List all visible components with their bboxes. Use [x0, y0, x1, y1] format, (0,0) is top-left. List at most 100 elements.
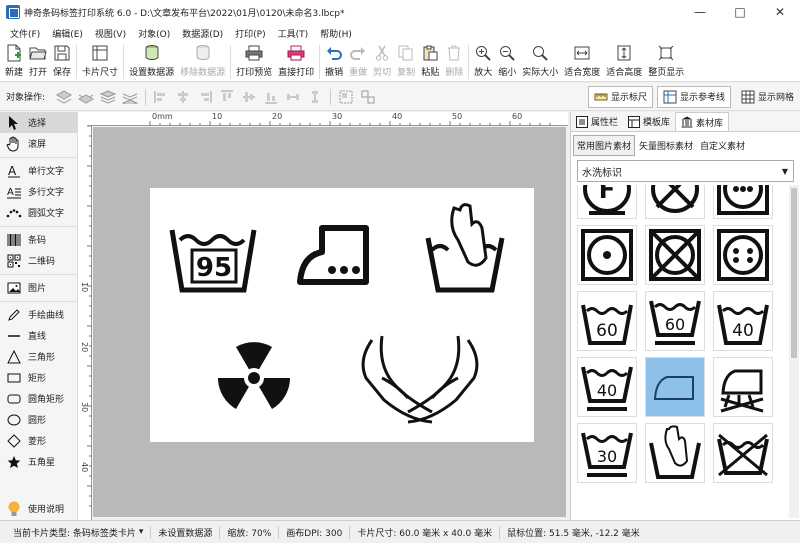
menu-tools[interactable]: 工具(T) — [272, 27, 315, 40]
tool-rectangle[interactable]: 矩形 — [0, 367, 77, 388]
menu-file[interactable]: 文件(F) — [4, 27, 46, 40]
tool-diamond[interactable]: 菱形 — [0, 430, 77, 451]
align-left-icon[interactable] — [152, 89, 170, 105]
tool-arc-text[interactable]: 圆弧文字 — [0, 202, 77, 223]
cupped-hands-icon[interactable] — [361, 335, 479, 424]
align-middle-icon[interactable] — [240, 89, 258, 105]
paste-button[interactable]: 粘贴 — [418, 42, 442, 82]
fit-width-button[interactable]: 适合宽度 — [561, 42, 603, 82]
zoom-out-button[interactable]: 缩小 — [495, 42, 519, 82]
tool-circle[interactable]: 圆形 — [0, 409, 77, 430]
iron-icon[interactable] — [297, 225, 369, 285]
label-card[interactable]: 95 — [150, 188, 534, 442]
show-guides-toggle[interactable]: 显示参考线 — [656, 85, 731, 108]
open-button[interactable]: 打开 — [26, 42, 50, 82]
maximize-button[interactable]: □ — [720, 0, 760, 24]
tool-line[interactable]: 直线 — [0, 325, 77, 346]
group-icon[interactable] — [337, 89, 355, 105]
ungroup-icon[interactable] — [359, 89, 377, 105]
layer-down-icon[interactable] — [77, 89, 95, 105]
menu-help[interactable]: 帮助(H) — [314, 27, 358, 40]
subtab-vector-icons[interactable]: 矢量图标素材 — [636, 136, 696, 155]
print-preview-button[interactable]: 打印预览 — [233, 42, 275, 82]
show-grid-toggle[interactable]: 显示网格 — [735, 86, 800, 108]
material-tile[interactable]: 40 — [713, 291, 773, 351]
direct-print-button[interactable]: 直接打印 — [275, 42, 317, 82]
layer-top-icon[interactable] — [99, 89, 117, 105]
material-tile[interactable] — [577, 225, 637, 285]
tab-materials[interactable]: 素材库 — [675, 112, 730, 131]
material-tile[interactable]: F — [577, 185, 637, 219]
cut-button[interactable]: 剪切 — [370, 42, 394, 82]
redo-button[interactable]: 重做 — [346, 42, 370, 82]
material-scrollbar[interactable] — [789, 185, 799, 518]
category-select[interactable]: 水洗标识 ▼ — [577, 160, 794, 182]
menu-edit[interactable]: 编辑(E) — [46, 27, 89, 40]
card-type-dropdown[interactable]: 条码标签类卡片 ▾ — [73, 526, 143, 539]
tool-scroll[interactable]: 滚屏 — [0, 133, 77, 154]
minimize-button[interactable]: — — [680, 0, 720, 24]
menu-view[interactable]: 视图(V) — [89, 27, 132, 40]
distribute-v-icon[interactable] — [306, 89, 324, 105]
copy-button[interactable]: 复制 — [394, 42, 418, 82]
distribute-h-icon[interactable] — [284, 89, 302, 105]
tool-qrcode[interactable]: 二维码 — [0, 250, 77, 271]
close-button[interactable]: ✕ — [760, 0, 800, 24]
material-tile[interactable] — [713, 225, 773, 285]
menu-print[interactable]: 打印(P) — [229, 27, 271, 40]
tool-image[interactable]: 图片 — [0, 277, 77, 298]
tool-single-line-text[interactable]: A 单行文字 — [0, 160, 77, 181]
actual-size-button[interactable]: 实际大小 — [519, 42, 561, 82]
material-tile[interactable] — [713, 357, 773, 417]
tool-triangle[interactable]: 三角形 — [0, 346, 77, 367]
zoom-in-button[interactable]: 放大 — [471, 42, 495, 82]
tool-barcode[interactable]: 条码 — [0, 229, 77, 250]
tab-properties[interactable]: 属性栏 — [571, 112, 623, 131]
material-tile[interactable]: 60 — [645, 291, 705, 351]
tool-palette: 选择 滚屏 A 单行文字 A 多行文字 圆弧文字 条码 二维码 图片 手绘曲线 … — [0, 112, 78, 520]
card-size-button[interactable]: 卡片尺寸 — [79, 42, 121, 82]
tool-select[interactable]: 选择 — [0, 112, 77, 133]
material-tile-selected[interactable] — [645, 357, 705, 417]
horizontal-ruler[interactable]: 0mm 10 20 30 40 50 60 — [88, 112, 568, 126]
tool-multi-line-text[interactable]: A 多行文字 — [0, 181, 77, 202]
material-tile[interactable] — [713, 185, 773, 219]
material-tile[interactable] — [645, 225, 705, 285]
align-center-icon[interactable] — [174, 89, 192, 105]
material-tile[interactable]: 30 — [577, 423, 637, 483]
align-bottom-icon[interactable] — [262, 89, 280, 105]
save-button[interactable]: 保存 — [50, 42, 74, 82]
menu-object[interactable]: 对象(O) — [132, 27, 176, 40]
setup-datasource-button[interactable]: 设置数据源 — [126, 42, 177, 82]
align-right-icon[interactable] — [196, 89, 214, 105]
tab-templates[interactable]: 模板库 — [623, 112, 675, 131]
layer-bottom-icon[interactable] — [121, 89, 139, 105]
help-button[interactable]: 使用说明 — [6, 500, 64, 516]
delete-button[interactable]: 删除 — [442, 42, 466, 82]
remove-datasource-button[interactable]: 移除数据源 — [177, 42, 228, 82]
show-ruler-toggle[interactable]: 显示标尺 — [587, 85, 653, 108]
material-tile[interactable] — [713, 423, 773, 483]
tool-freehand[interactable]: 手绘曲线 — [0, 304, 77, 325]
undo-button[interactable]: 撤销 — [322, 42, 346, 82]
subtab-custom[interactable]: 自定义素材 — [697, 136, 748, 155]
fit-height-button[interactable]: 适合高度 — [603, 42, 645, 82]
material-tile[interactable]: 60 — [577, 291, 637, 351]
menu-datasource[interactable]: 数据源(D) — [176, 27, 229, 40]
wash-95-icon[interactable]: 95 — [169, 229, 257, 293]
material-tile[interactable]: 40 — [577, 357, 637, 417]
tool-star[interactable]: 五角星 — [0, 451, 77, 472]
subtab-common-images[interactable]: 常用图片素材 — [573, 134, 636, 156]
material-tile[interactable] — [645, 423, 705, 483]
new-button[interactable]: 新建 — [2, 42, 26, 82]
hand-wash-icon[interactable] — [425, 203, 505, 293]
scrollbar-thumb[interactable] — [791, 188, 797, 358]
hruler-label: 20 — [272, 112, 283, 121]
material-tile[interactable] — [645, 185, 705, 219]
layer-up-icon[interactable] — [55, 89, 73, 105]
align-top-icon[interactable] — [218, 89, 236, 105]
tool-rounded-rectangle[interactable]: 圆角矩形 — [0, 388, 77, 409]
vertical-ruler[interactable]: 10 20 30 40 — [78, 112, 92, 520]
radiation-icon[interactable] — [218, 342, 290, 409]
full-page-button[interactable]: 整页显示 — [645, 42, 687, 82]
